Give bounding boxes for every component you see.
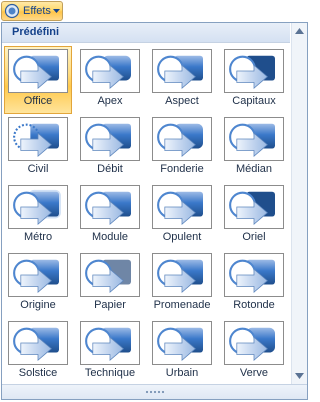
effect-preview-icon	[80, 49, 140, 93]
effect-preview-icon	[80, 253, 140, 297]
effect-tile-label: Promenade	[153, 299, 211, 311]
effect-tile-papier[interactable]: Papier	[76, 250, 144, 318]
effect-tile-oriel[interactable]: Oriel	[220, 182, 288, 250]
effect-tile-label: Civil	[27, 163, 49, 175]
effect-tile-label: Fonderie	[160, 163, 204, 175]
effect-preview-icon	[224, 117, 284, 161]
effect-tile-label: Technique	[84, 367, 136, 379]
effect-tile-solstice[interactable]: Solstice	[4, 318, 72, 386]
effect-preview-icon	[224, 185, 284, 229]
effect-tile-label: Capitaux	[232, 95, 276, 107]
effect-tile-median[interactable]: Médian	[220, 114, 288, 182]
effect-preview-icon	[8, 49, 68, 93]
effect-preview-icon	[224, 253, 284, 297]
effect-tile-apex[interactable]: Apex	[76, 46, 144, 114]
effect-preview-icon	[8, 185, 68, 229]
effect-preview-icon	[8, 321, 68, 365]
effect-tile-technique[interactable]: Technique	[76, 318, 144, 386]
effect-tile-label: Apex	[97, 95, 123, 107]
section-header-predefined: Prédéfini	[2, 23, 290, 43]
effect-preview-icon	[80, 185, 140, 229]
effect-tile-debit[interactable]: Débit	[76, 114, 144, 182]
effect-tile-fonderie[interactable]: Fonderie	[148, 114, 216, 182]
effect-preview-icon	[80, 117, 140, 161]
effect-tile-label: Métro	[23, 231, 53, 243]
effect-tile-metro[interactable]: Métro	[4, 182, 72, 250]
effect-preview-icon	[152, 49, 212, 93]
effect-preview-icon	[152, 253, 212, 297]
scroll-down-arrow-icon[interactable]	[295, 373, 304, 379]
effect-preview-icon	[152, 321, 212, 365]
effect-preview-icon	[152, 185, 212, 229]
effect-tile-label: Solstice	[18, 367, 58, 379]
effect-tile-label: Opulent	[162, 231, 202, 243]
gallery-scrollbar[interactable]	[291, 23, 307, 384]
effect-tile-label: Rotonde	[233, 299, 275, 311]
effect-tile-module[interactable]: Module	[76, 182, 144, 250]
effect-tile-label: Médian	[235, 163, 273, 175]
effects-gallery: Prédéfini Office Apex Aspect Capitaux Civil D…	[1, 22, 308, 400]
effect-tile-opulent[interactable]: Opulent	[148, 182, 216, 250]
effect-tile-verve[interactable]: Verve	[220, 318, 288, 386]
effect-tile-label: Office	[23, 95, 53, 107]
effects-button-label: Effets	[23, 5, 51, 17]
resize-grip-icon	[144, 390, 165, 394]
effect-tile-label: Origine	[20, 299, 56, 311]
effect-preview-icon	[152, 117, 212, 161]
effect-preview-icon	[224, 321, 284, 365]
effect-tile-origine[interactable]: Origine	[4, 250, 72, 318]
effect-preview-icon	[80, 321, 140, 365]
gallery-resize-grip[interactable]	[2, 384, 307, 399]
effect-tile-promenade[interactable]: Promenade	[148, 250, 216, 318]
effect-tile-rotonde[interactable]: Rotonde	[220, 250, 288, 318]
effect-preview-icon	[224, 49, 284, 93]
effect-tile-label: Verve	[239, 367, 269, 379]
effect-tile-label: Oriel	[242, 231, 266, 243]
effect-tile-label: Urbain	[165, 367, 199, 379]
effect-tile-label: Aspect	[165, 95, 199, 107]
effect-tile-urbain[interactable]: Urbain	[148, 318, 216, 386]
effect-tile-capitaux[interactable]: Capitaux	[220, 46, 288, 114]
effect-tile-label: Module	[91, 231, 129, 243]
chevron-down-icon	[51, 9, 60, 13]
effect-tile-label: Papier	[94, 299, 126, 311]
effects-dropdown-button[interactable]: Effets	[1, 1, 63, 21]
effect-tile-civil[interactable]: Civil	[4, 114, 72, 182]
effect-preview-icon	[8, 253, 68, 297]
effect-tile-label: Débit	[97, 163, 123, 175]
effect-tile-office[interactable]: Office	[4, 46, 72, 114]
scroll-up-arrow-icon[interactable]	[295, 28, 304, 34]
effects-grid: Office Apex Aspect Capitaux Civil Débit Fonder…	[2, 44, 291, 384]
effect-preview-icon	[8, 117, 68, 161]
theme-effects-icon	[4, 3, 20, 19]
effect-tile-aspect[interactable]: Aspect	[148, 46, 216, 114]
